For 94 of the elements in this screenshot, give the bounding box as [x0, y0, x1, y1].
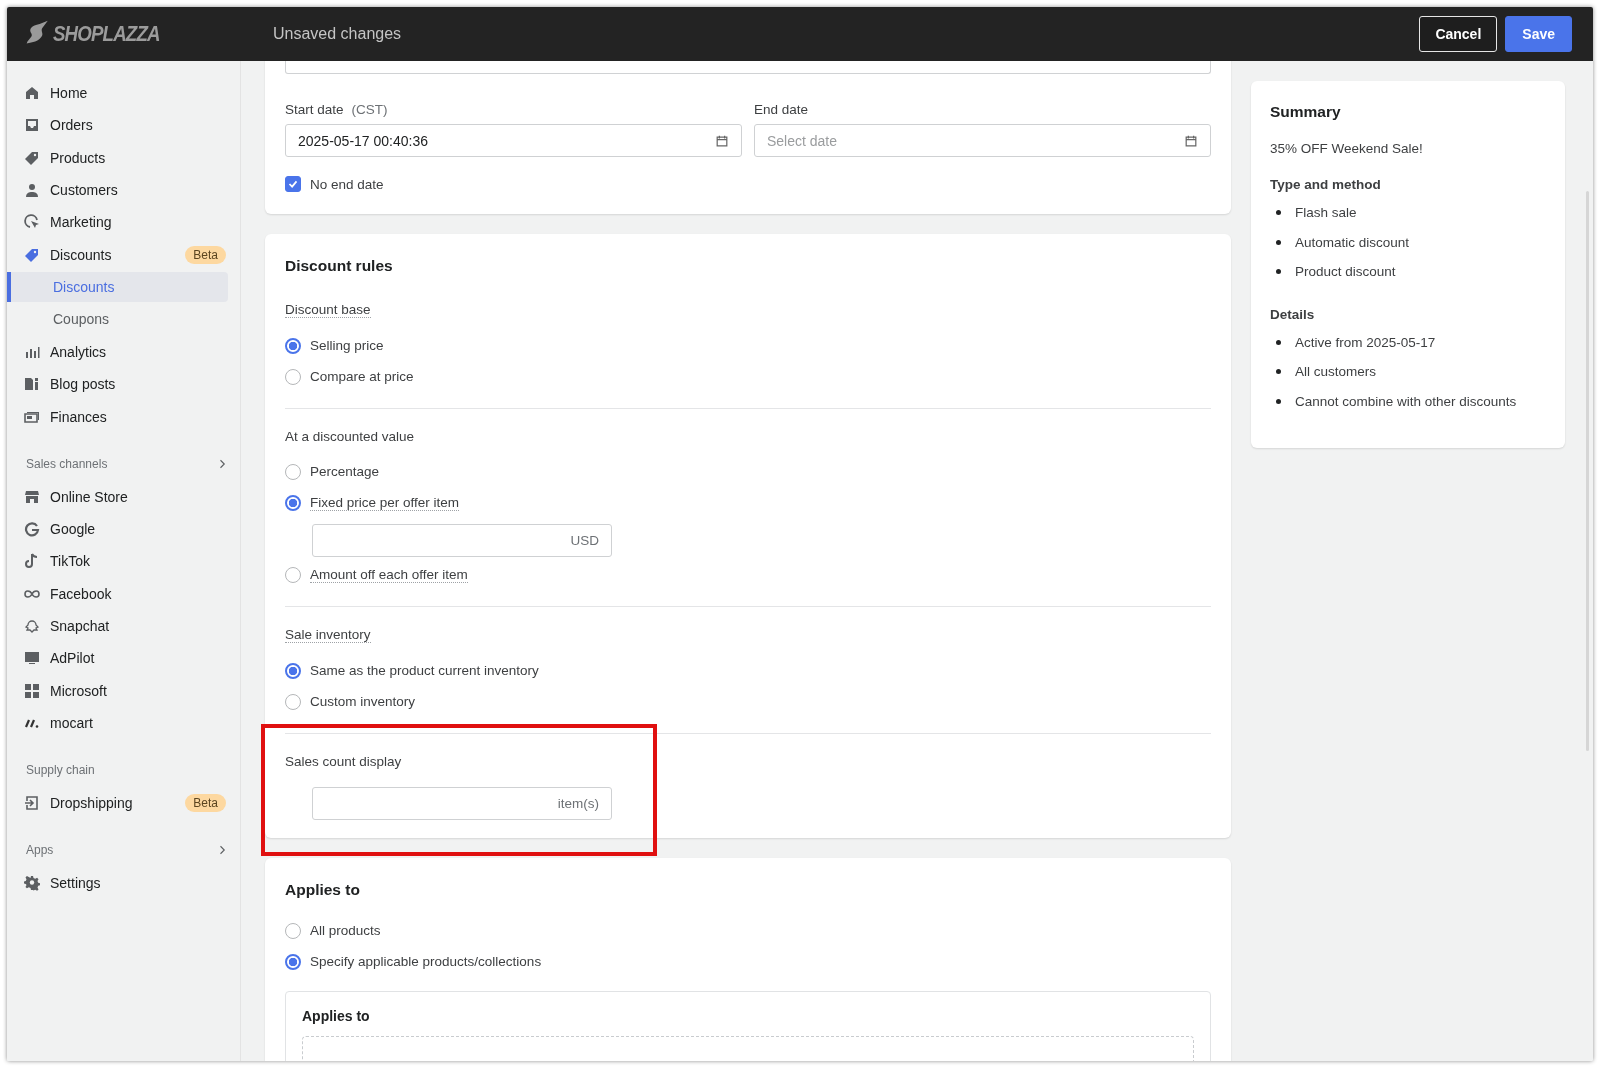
group-label: Discount base [285, 302, 371, 318]
sidebar-item[interactable]: Online Store [7, 480, 228, 513]
sidebar-item[interactable]: Discounts Beta [7, 238, 228, 271]
bullet-icon [1276, 369, 1281, 375]
cancel-button[interactable]: Cancel [1419, 16, 1498, 52]
option-label: Selling price [310, 338, 384, 353]
field-label: End date [754, 102, 809, 117]
group-label: Sales count display [285, 754, 402, 769]
card-title: Applies to [285, 881, 361, 899]
field-value: 2025-05-17 00:40:36 [298, 132, 429, 149]
summary-item: Active from 2025-05-17 [1295, 334, 1436, 350]
inbox-icon [24, 117, 40, 134]
bullet-icon [1276, 210, 1281, 216]
logo-text: SHOPLAZZA [53, 21, 160, 47]
sidebar-item[interactable]: AdPilot [7, 642, 228, 675]
date-field[interactable]: 2025-05-17 00:40:36 [285, 124, 742, 157]
unit-suffix: item(s) [557, 796, 599, 811]
bullet-icon [1276, 398, 1281, 404]
option-label: Percentage [310, 464, 380, 479]
group-label: At a discounted value [285, 429, 415, 444]
store-icon [24, 488, 40, 505]
sidebar-item[interactable]: Facebook [7, 577, 228, 610]
checkbox[interactable] [285, 176, 301, 192]
section-heading: Type and method [1270, 177, 1382, 192]
bullet-icon [1276, 339, 1281, 345]
beta-badge: Beta [185, 245, 226, 264]
settings-icon [24, 875, 40, 892]
panel-title: Applies to [302, 1008, 371, 1024]
music-note-icon [24, 553, 40, 570]
calendar-icon [1184, 133, 1198, 148]
option-label: All products [310, 923, 381, 938]
sidebar-item[interactable]: Blog posts [7, 368, 228, 401]
home-icon [24, 85, 40, 102]
summary-title: Summary [1270, 103, 1342, 121]
sidebar-item[interactable]: mocart [7, 706, 228, 740]
card-title: Discount rules [285, 257, 394, 275]
document-icon [24, 376, 40, 393]
target-icon [24, 214, 40, 231]
sidebar-item[interactable]: Marketing [7, 206, 228, 239]
input-field[interactable]: item(s) [312, 787, 612, 820]
sidebar-item[interactable]: Settings [7, 867, 228, 900]
sidebar-item[interactable]: Analytics [7, 335, 228, 369]
sidebar-item[interactable]: Orders [7, 109, 228, 142]
summary-item: Automatic discount [1295, 234, 1410, 250]
sidebar-item[interactable]: Finances [7, 400, 228, 433]
sidebar-item[interactable]: Dropshipping Beta [7, 787, 228, 820]
option-label: Same as the product current inventory [310, 663, 539, 678]
radio-button[interactable] [285, 494, 301, 511]
option-label: Amount off each offer item [310, 566, 468, 583]
unit-suffix: USD [570, 533, 599, 548]
option-label: Fixed price per offer item [310, 494, 460, 511]
summary-item: All customers [1295, 364, 1377, 380]
input-field[interactable]: USD [312, 524, 612, 557]
summary-item: Product discount [1295, 264, 1396, 280]
person-icon [24, 182, 40, 199]
tag-icon [24, 246, 40, 263]
page-status: Unsaved changes [273, 25, 403, 43]
tag-icon [24, 149, 40, 166]
field-label: Start date [285, 102, 344, 117]
calendar-icon [715, 133, 729, 148]
bullet-icon [1276, 269, 1281, 275]
sidebar-subitem[interactable]: Coupons [15, 303, 228, 334]
sidebar-item[interactable]: Customers [7, 173, 228, 207]
option-label: Custom inventory [310, 694, 416, 709]
radio-button[interactable] [285, 953, 301, 970]
g-logo-icon [24, 521, 40, 538]
radio-button[interactable] [285, 662, 301, 679]
import-icon [24, 795, 40, 812]
beta-badge: Beta [185, 794, 226, 813]
sidebar-item[interactable]: Microsoft [7, 674, 228, 707]
summary-item: Flash sale [1295, 205, 1357, 221]
option-label: Compare at price [310, 369, 414, 384]
radio-button[interactable] [285, 337, 301, 354]
bullet-icon [1276, 239, 1281, 245]
grid-icon [24, 682, 40, 699]
group-label: Sale inventory [285, 627, 371, 643]
sidebar-item[interactable]: Home [7, 77, 228, 110]
discount-name: 35% OFF Weekend Sale! [1270, 141, 1424, 156]
placeholder-text: Select date [767, 132, 839, 149]
sidebar-item[interactable]: TikTok [7, 545, 228, 578]
timezone-note: (CST) [351, 102, 388, 117]
ghost-icon [24, 618, 40, 634]
checkbox-label: No end date [310, 176, 384, 192]
sidebar-item[interactable]: Snapchat [7, 609, 228, 643]
section-heading: Details [1270, 306, 1316, 322]
sidebar-item[interactable]: Products [7, 141, 228, 174]
summary-item: Cannot combine with other discounts [1295, 393, 1517, 409]
section-heading: Supply chain [26, 763, 95, 778]
option-label: Specify applicable products/collections [310, 954, 542, 969]
section-heading: Apps [26, 843, 54, 858]
save-button[interactable]: Save [1505, 16, 1572, 52]
section-heading: Sales channels [26, 456, 108, 471]
sidebar-item[interactable]: Google [7, 512, 228, 546]
monitor-icon [24, 650, 40, 667]
